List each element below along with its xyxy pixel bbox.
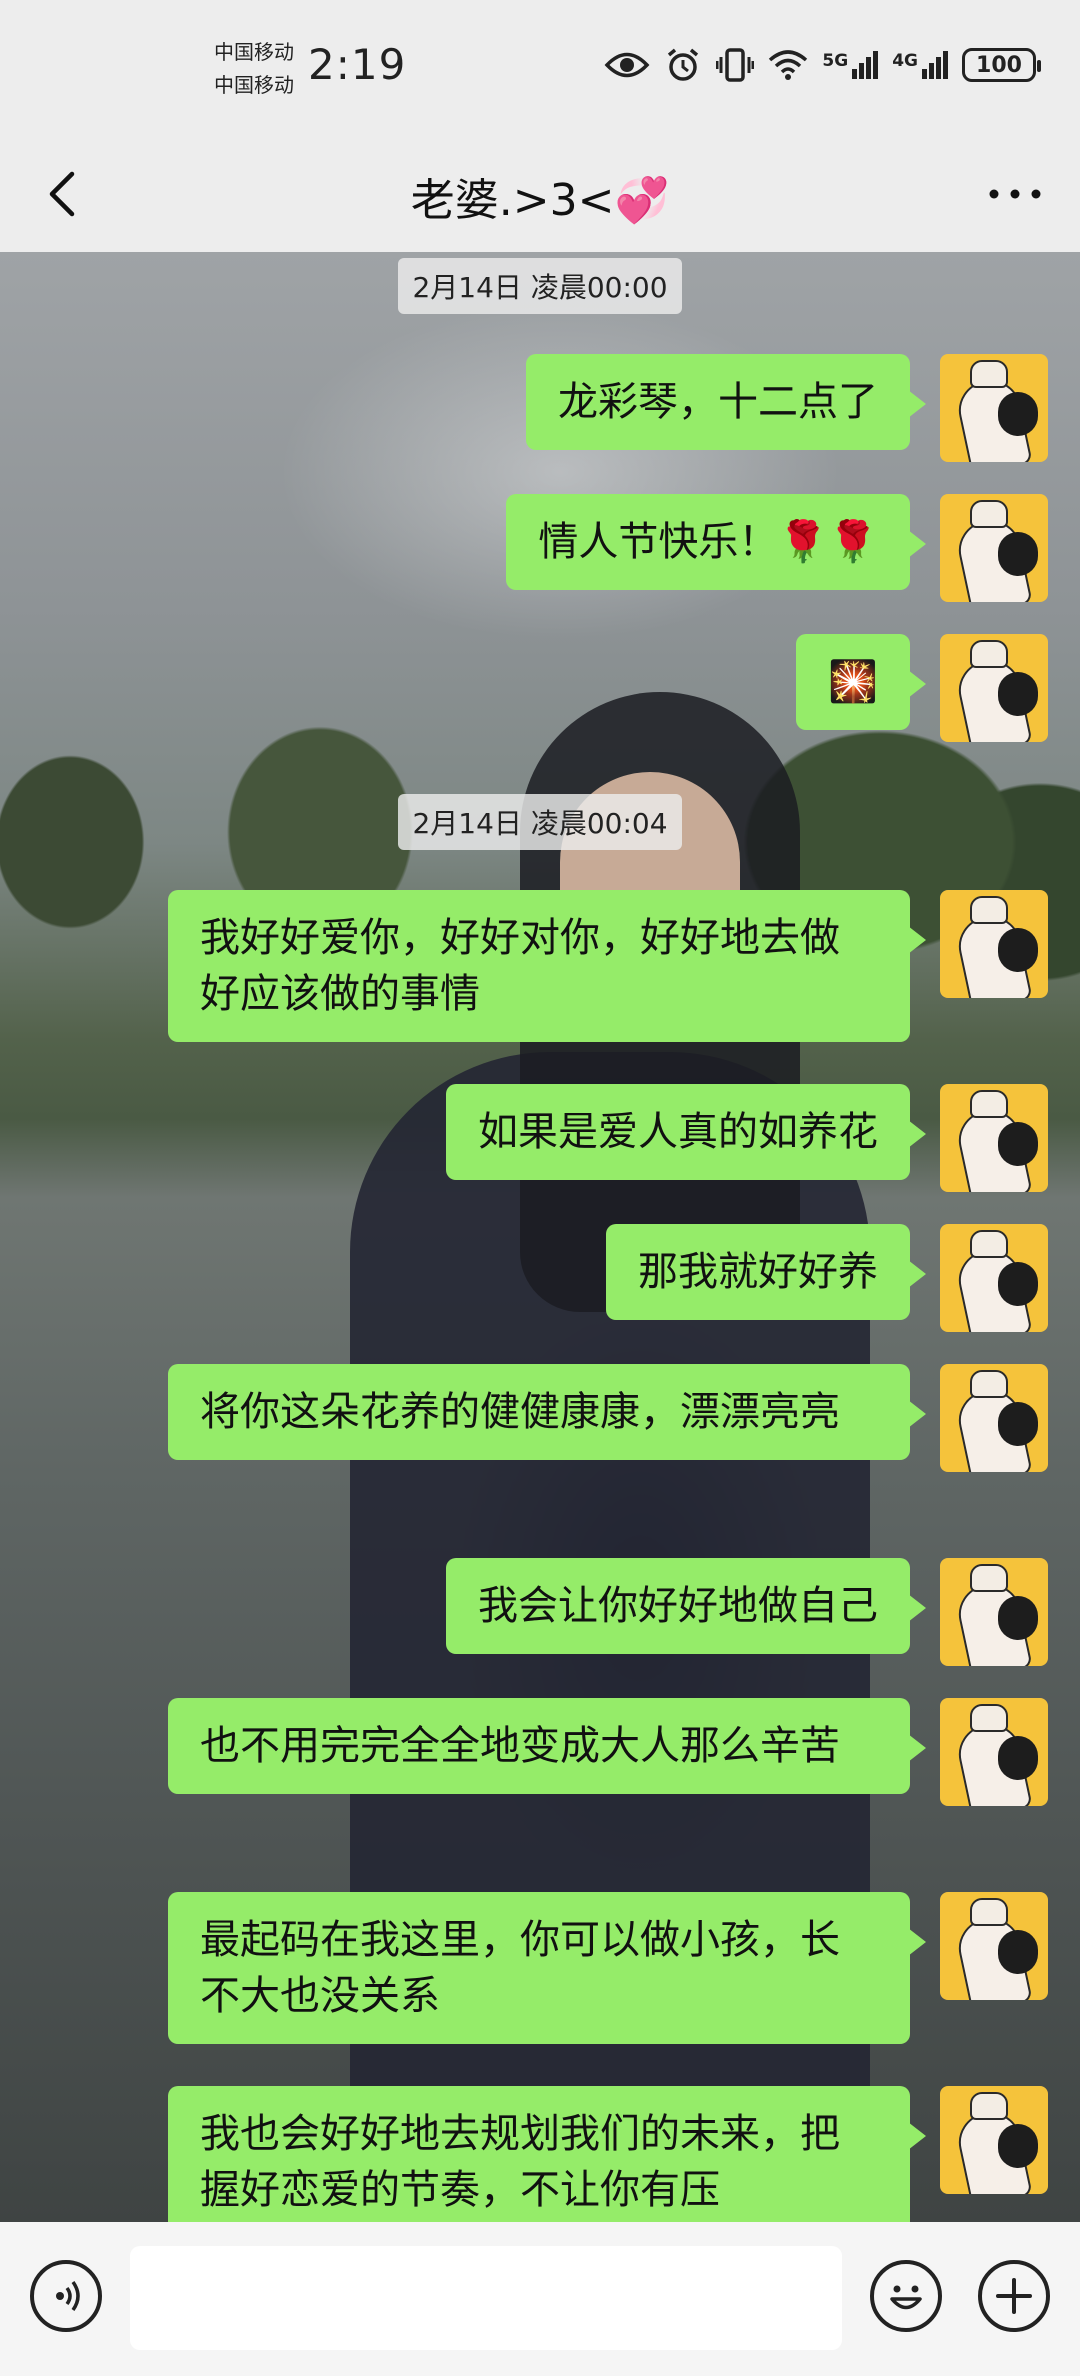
- avatar[interactable]: [940, 1364, 1048, 1472]
- voice-icon[interactable]: [30, 2260, 102, 2332]
- chat-area[interactable]: 2月14日 凌晨00:00 龙彩琴，十二点了 情人节快乐！🌹🌹 🎇 2月14日 …: [0, 252, 1080, 2222]
- message-input[interactable]: [130, 2246, 842, 2350]
- timestamp: 2月14日 凌晨00:00: [0, 258, 1080, 314]
- message-row: 将你这朵花养的健健康康，漂漂亮亮: [168, 1364, 1048, 1472]
- message-bubble[interactable]: 将你这朵花养的健健康康，漂漂亮亮: [168, 1364, 926, 1460]
- avatar[interactable]: [940, 1892, 1048, 2000]
- message-bubble[interactable]: 最起码在我这里，你可以做小孩，长不大也没关系: [168, 1892, 926, 2044]
- carrier-1: 中国移动: [214, 40, 294, 64]
- battery-icon: 100: [962, 48, 1041, 82]
- avatar[interactable]: [940, 354, 1048, 462]
- message-row: 情人节快乐！🌹🌹: [506, 494, 1048, 602]
- wifi-icon: [769, 50, 808, 80]
- clock: 2:19: [308, 40, 407, 89]
- message-row: 也不用完完全全地变成大人那么辛苦: [168, 1698, 1048, 1806]
- carrier-2: 中国移动: [214, 73, 294, 97]
- more-dots-icon[interactable]: [980, 164, 1050, 224]
- avatar[interactable]: [940, 1224, 1048, 1332]
- message-row: 龙彩琴，十二点了: [526, 354, 1048, 462]
- chat-header: 老婆.>3<💞: [0, 136, 1080, 252]
- avatar[interactable]: [940, 1084, 1048, 1192]
- status-bar: 中国移动 中国移动 2:19 5G 4G 100: [0, 0, 1080, 136]
- plus-icon[interactable]: [978, 2260, 1050, 2332]
- message-bubble[interactable]: 也不用完完全全地变成大人那么辛苦: [168, 1698, 926, 1794]
- avatar[interactable]: [940, 1698, 1048, 1806]
- message-bubble[interactable]: 我好好爱你，好好对你，好好地去做好应该做的事情: [168, 890, 926, 1042]
- message-bubble[interactable]: 情人节快乐！🌹🌹: [506, 494, 926, 590]
- avatar[interactable]: [940, 634, 1048, 742]
- message-row: 🎇: [796, 634, 1048, 742]
- chat-title: 老婆.>3<💞: [410, 175, 670, 226]
- message-bubble[interactable]: 🎇: [796, 634, 926, 730]
- avatar[interactable]: [940, 1558, 1048, 1666]
- signal-5g-icon: 5G: [822, 51, 879, 79]
- vibrate-icon: [716, 48, 755, 82]
- message-bubble[interactable]: 我会让你好好地做自己: [446, 1558, 926, 1654]
- eye-icon: [604, 52, 650, 78]
- message-row: 我会让你好好地做自己: [446, 1558, 1048, 1666]
- timestamp: 2月14日 凌晨00:04: [0, 794, 1080, 850]
- avatar[interactable]: [940, 890, 1048, 998]
- alarm-icon: [668, 48, 699, 81]
- message-row: 如果是爱人真的如养花: [446, 1084, 1048, 1192]
- message-row: 我好好爱你，好好对你，好好地去做好应该做的事情: [168, 890, 1048, 1042]
- emoji-icon[interactable]: [870, 2260, 942, 2332]
- message-row: 我也会好好地去规划我们的未来，把握好恋爱的节奏，不让你有压: [168, 2086, 1048, 2222]
- avatar[interactable]: [940, 2086, 1048, 2194]
- carrier-labels: 中国移动 中国移动: [214, 36, 294, 102]
- avatar[interactable]: [940, 494, 1048, 602]
- signal-4g-icon: 4G: [892, 51, 948, 79]
- status-icons: 5G 4G 100: [604, 46, 1041, 84]
- message-row: 那我就好好养: [606, 1224, 1048, 1332]
- message-row: 最起码在我这里，你可以做小孩，长不大也没关系: [168, 1892, 1048, 2044]
- message-bubble[interactable]: 如果是爱人真的如养花: [446, 1084, 926, 1180]
- message-bubble[interactable]: 我也会好好地去规划我们的未来，把握好恋爱的节奏，不让你有压: [168, 2086, 926, 2222]
- message-bubble[interactable]: 龙彩琴，十二点了: [526, 354, 926, 450]
- message-bubble[interactable]: 那我就好好养: [606, 1224, 926, 1320]
- input-bar: [0, 2222, 1080, 2376]
